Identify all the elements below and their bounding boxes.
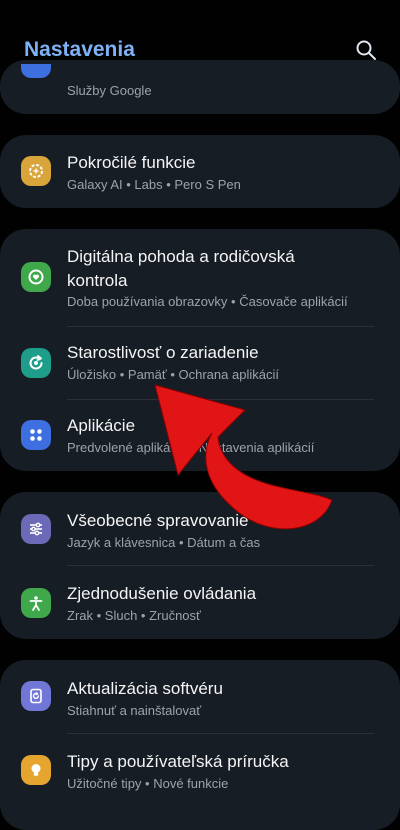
digital-wellbeing-title-line1: Digitálna pohoda a rodičovská: [67, 247, 295, 266]
bulb-icon: [21, 755, 51, 785]
settings-group-update: Aktualizácia softvéru Stiahnuť a nainšta…: [0, 660, 400, 830]
settings-item-digital-wellbeing[interactable]: Digitálna pohoda a rodičovská kontrola D…: [0, 229, 400, 325]
google-icon: [21, 64, 51, 78]
person-icon: [21, 588, 51, 618]
apps-title: Aplikácie: [67, 416, 136, 435]
software-update-title: Aktualizácia softvéru: [67, 679, 223, 698]
settings-group-wellbeing: Digitálna pohoda a rodičovská kontrola D…: [0, 229, 400, 471]
digital-wellbeing-title-line2: kontrola: [67, 271, 128, 290]
general-management-title: Všeobecné spravovanie: [67, 511, 249, 530]
search-icon[interactable]: [354, 38, 378, 62]
device-care-title: Starostlivosť o zariadenie: [67, 343, 259, 362]
settings-item-device-care[interactable]: Starostlivosť o zariadenie Úložisko • Pa…: [0, 327, 400, 399]
refresh-care-icon: [21, 348, 51, 378]
settings-item-tips[interactable]: Tipy a používateľská príručka Užitočné t…: [0, 734, 400, 808]
accessibility-subtitle: Zrak • Sluch • Zručnosť: [67, 608, 201, 623]
settings-item-advanced-features[interactable]: Pokročilé funkcie Galaxy AI • Labs • Per…: [0, 135, 400, 208]
google-subtitle: Služby Google: [67, 83, 152, 98]
page-title: Nastavenia: [24, 38, 135, 61]
advanced-features-title: Pokročilé funkcie: [67, 153, 196, 172]
digital-wellbeing-subtitle: Doba používania obrazovky • Časovače apl…: [67, 294, 348, 309]
accessibility-title: Zjednodušenie ovládania: [67, 584, 257, 603]
settings-item-google[interactable]: Služby Google: [0, 60, 400, 114]
update-icon: [21, 681, 51, 711]
apps-subtitle: Predvolené aplikácie • Nastavenia apliká…: [67, 440, 315, 455]
settings-item-accessibility[interactable]: Zjednodušenie ovládania Zrak • Sluch • Z…: [0, 566, 400, 639]
settings-item-general-management[interactable]: Všeobecné spravovanie Jazyk a klávesnica…: [0, 492, 400, 565]
general-management-subtitle: Jazyk a klávesnica • Dátum a čas: [67, 535, 261, 550]
settings-group-advanced: Pokročilé funkcie Galaxy AI • Labs • Per…: [0, 135, 400, 208]
advanced-features-subtitle: Galaxy AI • Labs • Pero S Pen: [67, 177, 241, 192]
device-care-subtitle: Úložisko • Pamäť • Ochrana aplikácií: [67, 367, 279, 382]
tips-title: Tipy a používateľská príručka: [67, 752, 289, 771]
sliders-icon: [21, 514, 51, 544]
settings-item-apps[interactable]: Aplikácie Predvolené aplikácie • Nastave…: [0, 400, 400, 471]
sparkle-gear-icon: [21, 156, 51, 186]
settings-group-general: Všeobecné spravovanie Jazyk a klávesnica…: [0, 492, 400, 639]
tips-subtitle: Užitočné tipy • Nové funkcie: [67, 776, 229, 791]
heart-clock-icon: [21, 262, 51, 292]
software-update-subtitle: Stiahnuť a nainštalovať: [67, 703, 202, 718]
settings-group-google: Služby Google: [0, 60, 400, 114]
apps-grid-icon: [21, 420, 51, 450]
settings-item-software-update[interactable]: Aktualizácia softvéru Stiahnuť a nainšta…: [0, 660, 400, 733]
